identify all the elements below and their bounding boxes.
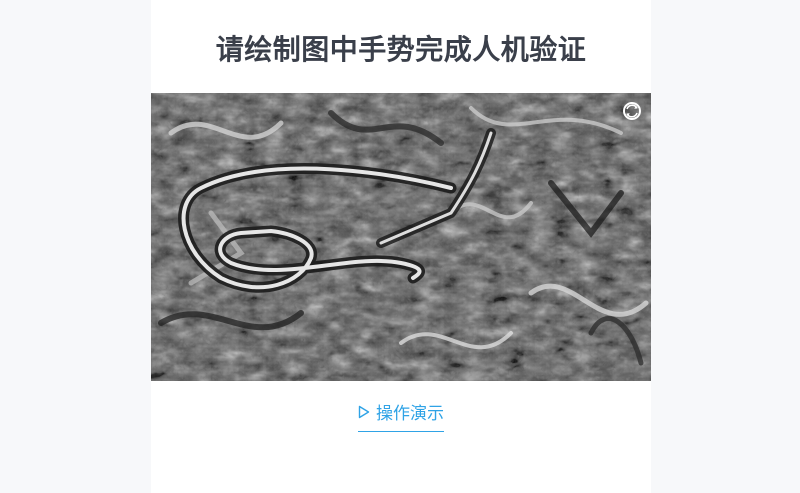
play-outline-icon	[358, 402, 370, 426]
captcha-title: 请绘制图中手势完成人机验证	[215, 33, 587, 66]
captcha-noise-image	[151, 93, 651, 381]
demo-link[interactable]: 操作演示	[358, 402, 444, 432]
gesture-canvas[interactable]	[151, 93, 651, 381]
demo-row: 操作演示	[151, 402, 651, 432]
captcha-card: 请绘制图中手势完成人机验证 操作演示	[151, 0, 651, 493]
demo-label: 操作演示	[376, 404, 444, 424]
refresh-icon[interactable]	[621, 100, 643, 122]
